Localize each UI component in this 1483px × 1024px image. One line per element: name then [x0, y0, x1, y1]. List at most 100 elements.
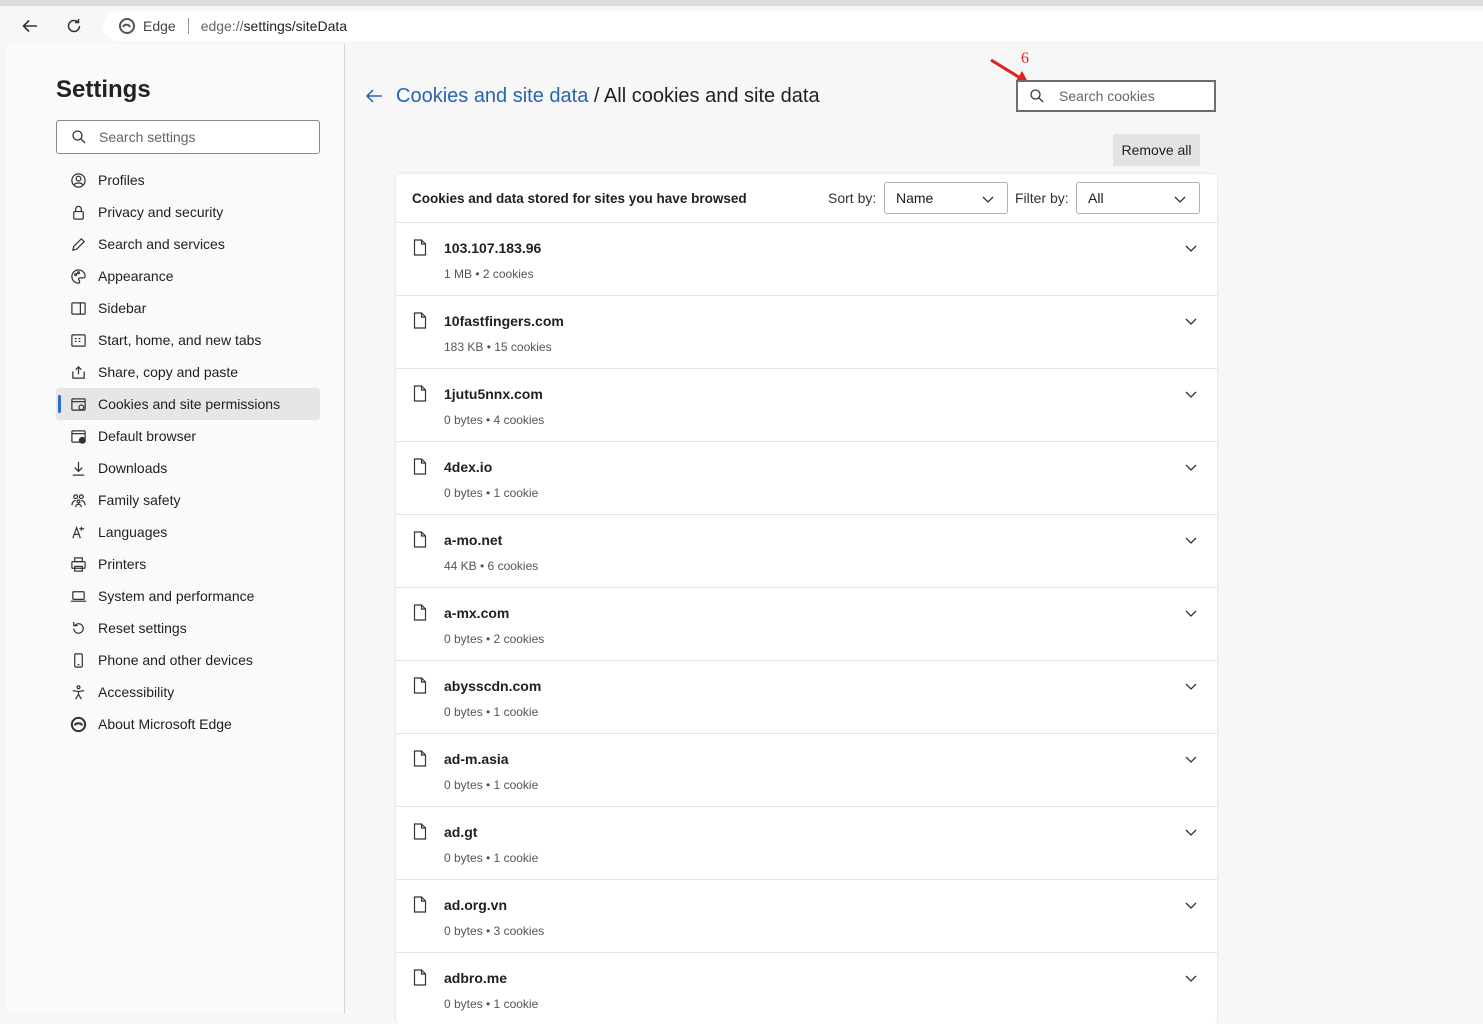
sidebar-item-phone-and-other-devices[interactable]: Phone and other devices [56, 644, 320, 676]
site-name: ad-m.asia [444, 751, 509, 767]
search-settings-box[interactable] [56, 120, 320, 154]
arrow-left-icon [22, 19, 37, 33]
filter-dropdown[interactable]: All [1076, 182, 1200, 214]
document-icon [413, 896, 427, 913]
url-scheme: edge:// [200, 18, 244, 34]
sidebar-item-family-safety[interactable]: Family safety [56, 484, 320, 516]
sidebar-item-about-microsoft-edge[interactable]: About Microsoft Edge [56, 708, 320, 740]
chevron-down-icon[interactable] [1184, 971, 1198, 985]
profile-icon [69, 171, 87, 189]
site-meta: 0 bytes • 1 cookie [444, 997, 539, 1011]
panel-header: Cookies and data stored for sites you ha… [396, 174, 1217, 223]
site-name: abysscdn.com [444, 678, 542, 694]
search-cookies-input[interactable] [1059, 88, 1209, 104]
remove-all-button[interactable]: Remove all [1113, 134, 1200, 166]
site-row[interactable]: ad.gt 0 bytes • 1 cookie [396, 807, 1217, 880]
address-bar-brand: Edge [143, 18, 176, 34]
reset-icon [69, 619, 87, 637]
chevron-down-icon[interactable] [1184, 314, 1198, 328]
site-meta: 44 KB • 6 cookies [444, 559, 539, 573]
chevron-down-icon[interactable] [1184, 460, 1198, 474]
edge-logo-icon [119, 18, 135, 34]
refresh-button[interactable] [61, 13, 87, 39]
document-icon [413, 677, 427, 694]
sidebar-item-reset-settings[interactable]: Reset settings [56, 612, 320, 644]
edge-logo-icon [69, 715, 87, 733]
search-icon [1030, 89, 1044, 103]
breadcrumb-link[interactable]: Cookies and site data [396, 85, 588, 107]
site-row[interactable]: ad.org.vn 0 bytes • 3 cookies [396, 880, 1217, 953]
sidebar-item-languages[interactable]: Languages [56, 516, 320, 548]
sidebar-item-accessibility[interactable]: Accessibility [56, 676, 320, 708]
chevron-down-icon[interactable] [1184, 825, 1198, 839]
chevron-down-icon[interactable] [1184, 387, 1198, 401]
site-row[interactable]: 1jutu5nnx.com 0 bytes • 4 cookies [396, 369, 1217, 442]
document-icon [413, 239, 427, 256]
sidebar-item-label: Phone and other devices [98, 652, 253, 668]
site-row[interactable]: 10fastfingers.com 183 KB • 15 cookies [396, 296, 1217, 369]
address-bar[interactable]: Edge edge://settings/siteData [103, 11, 1483, 41]
sidebar-item-search-and-services[interactable]: Search and services [56, 228, 320, 260]
chevron-down-icon[interactable] [1184, 606, 1198, 620]
settings-sidebar: Settings Profiles Privacy and security Sea… [6, 44, 345, 1014]
filter-value: All [1088, 190, 1104, 206]
chevron-down-icon[interactable] [1184, 679, 1198, 693]
site-row[interactable]: abysscdn.com 0 bytes • 1 cookie [396, 661, 1217, 734]
site-name: 10fastfingers.com [444, 313, 564, 329]
document-icon [413, 458, 427, 475]
sidebar-item-label: Sidebar [98, 300, 147, 316]
chevron-down-icon[interactable] [1184, 533, 1198, 547]
browser-icon [69, 427, 87, 445]
site-meta: 0 bytes • 1 cookie [444, 778, 539, 792]
sidebar-item-appearance[interactable]: Appearance [56, 260, 320, 292]
chevron-down-icon[interactable] [1184, 898, 1198, 912]
refresh-icon [67, 19, 81, 33]
sidebar-item-default-browser[interactable]: Default browser [56, 420, 320, 452]
annotation-number: 6 [1021, 50, 1029, 67]
back-arrow-icon[interactable] [364, 86, 384, 106]
sidebar-item-system-and-performance[interactable]: System and performance [56, 580, 320, 612]
back-button[interactable] [17, 13, 43, 39]
site-name: 1jutu5nnx.com [444, 386, 543, 402]
site-name: ad.gt [444, 824, 478, 840]
site-name: adbro.me [444, 970, 508, 986]
search-icon [72, 130, 86, 144]
sidebar-item-label: System and performance [98, 588, 255, 604]
site-row[interactable]: a-mx.com 0 bytes • 2 cookies [396, 588, 1217, 661]
sort-dropdown[interactable]: Name [884, 182, 1008, 214]
chevron-down-icon[interactable] [1184, 752, 1198, 766]
site-row[interactable]: 103.107.183.96 1 MB • 2 cookies [396, 223, 1217, 296]
site-row[interactable]: adbro.me 0 bytes • 1 cookie [396, 953, 1217, 1024]
sidebar-item-label: Family safety [98, 492, 181, 508]
breadcrumb-current: All cookies and site data [603, 85, 820, 107]
site-row[interactable]: a-mo.net 44 KB • 6 cookies [396, 515, 1217, 588]
site-list: 103.107.183.96 1 MB • 2 cookies 10fastfing… [396, 223, 1217, 1024]
site-meta: 0 bytes • 3 cookies [444, 924, 545, 938]
sidebar-item-profiles[interactable]: Profiles [56, 164, 320, 196]
accessibility-icon [69, 683, 87, 701]
sidebar-item-label: Appearance [98, 268, 174, 284]
sidebar-item-label: About Microsoft Edge [98, 716, 232, 732]
sidebar-item-cookies-and-site-permissions[interactable]: Cookies and site permissions [56, 388, 320, 420]
sidebar-item-downloads[interactable]: Downloads [56, 452, 320, 484]
sidebar-item-label: Languages [98, 524, 168, 540]
document-icon [413, 969, 427, 986]
search-cookies-box[interactable] [1016, 80, 1216, 112]
site-row[interactable]: 4dex.io 0 bytes • 1 cookie [396, 442, 1217, 515]
site-row[interactable]: ad-m.asia 0 bytes • 1 cookie [396, 734, 1217, 807]
pen-icon [69, 235, 87, 253]
sidebar-item-sidebar[interactable]: Sidebar [56, 292, 320, 324]
search-settings-input[interactable] [99, 129, 309, 145]
site-name: ad.org.vn [444, 897, 508, 913]
chevron-down-icon[interactable] [1184, 241, 1198, 255]
document-icon [413, 312, 427, 329]
sidebar-item-printers[interactable]: Printers [56, 548, 320, 580]
sidebar-item-share-copy-and-paste[interactable]: Share, copy and paste [56, 356, 320, 388]
sidebar-item-start-home-and-new-tabs[interactable]: Start, home, and new tabs [56, 324, 320, 356]
settings-menu: Profiles Privacy and security Search and s… [56, 164, 320, 740]
cookie-icon [69, 395, 87, 413]
document-icon [413, 823, 427, 840]
sidebar-item-privacy-and-security[interactable]: Privacy and security [56, 196, 320, 228]
document-icon [413, 604, 427, 621]
family-icon [69, 491, 87, 509]
